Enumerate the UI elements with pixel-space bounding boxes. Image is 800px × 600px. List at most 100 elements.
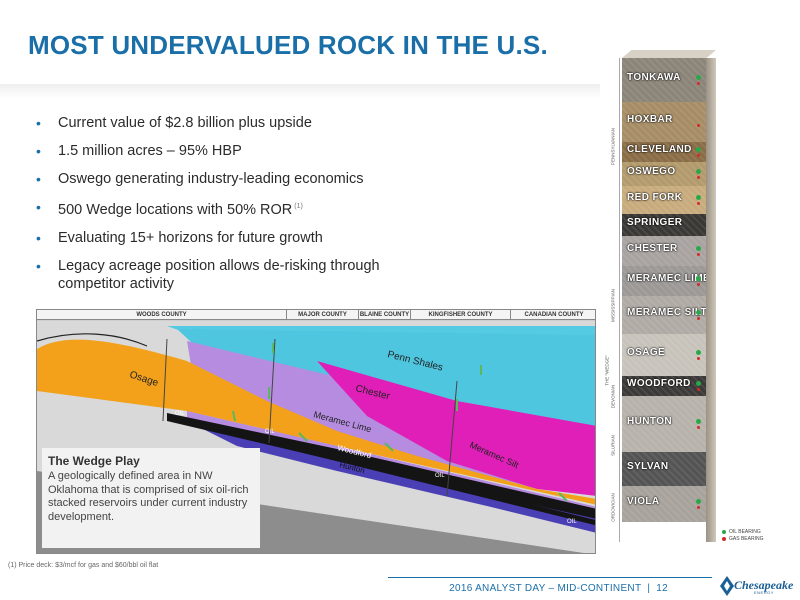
oil-dot-icon (696, 350, 701, 355)
geologic-period: ORDOVICIAN (606, 474, 620, 542)
bullet-item: Legacy acreage position allows de-riskin… (32, 257, 432, 293)
gas-dot-icon (697, 154, 700, 157)
column-top-face (622, 50, 716, 58)
bullet-item: Oswego generating industry-leading econo… (32, 170, 432, 188)
gas-dot-icon (697, 426, 700, 429)
gas-dot-icon (697, 253, 700, 256)
logo-subtitle: ENERGY (754, 590, 774, 595)
geologic-period-label: PENNSYLVANIAN (610, 127, 616, 166)
rock-layer: OSAGE (622, 334, 706, 376)
oil-dot-icon (696, 276, 701, 281)
gas-dot-icon (697, 82, 700, 85)
label-oil: OIL (435, 473, 445, 479)
rock-layer-name: SYLVAN (627, 461, 669, 472)
stratigraphic-column: PENNSYLVANIAN MISSISSIPPIAN DEVONIAN SILURI… (604, 50, 796, 558)
rock-layer-name: RED FORK (627, 192, 683, 203)
rock-layer: RED FORK (622, 186, 706, 214)
legend-item-gas: GAS BEARING (722, 535, 763, 542)
wedge-bracket-label: THE "WEDGE" (604, 355, 610, 386)
rock-layer: SYLVAN (622, 452, 706, 486)
bullet-text: 1.5 million acres – 95% HBP (58, 143, 242, 159)
rock-layer: HUNTON (622, 396, 706, 452)
footer-text: 2016 ANALYST DAY – MID-CONTINENT | 12 (449, 583, 668, 594)
gas-dot-icon (697, 317, 700, 320)
legend-item-oil: OIL BEARING (722, 528, 763, 535)
bearing-legend: OIL BEARING GAS BEARING (722, 528, 763, 542)
oil-dot-icon (696, 499, 701, 504)
rock-layer: WOODFORD (622, 376, 706, 396)
oil-dot-icon (696, 419, 701, 424)
gas-dot-icon (697, 202, 700, 205)
gas-dot-icon (697, 357, 700, 360)
oil-dot-icon (696, 147, 701, 152)
rock-layer: CHESTER (622, 236, 706, 266)
rock-layer-name: SPRINGER (627, 217, 683, 228)
county-blaine: BLAINE COUNTY (359, 310, 411, 319)
gas-dot-icon (722, 536, 726, 541)
bullet-text: Evaluating 15+ horizons for future growt… (58, 229, 323, 246)
geologic-period: SILURIAN (606, 418, 620, 474)
company-logo: Chesapeake ENERGY (720, 574, 793, 598)
bullet-text: Oswego generating industry-leading econo… (58, 171, 364, 187)
rock-layer-name: VIOLA (627, 496, 660, 507)
rock-layer-name: HOXBAR (627, 114, 673, 125)
bullet-text: 500 Wedge locations with 50% ROR (58, 201, 293, 218)
footer-rule (388, 577, 712, 578)
rock-layer: CLEVELAND (622, 142, 706, 162)
rock-layer: OSWEGO (622, 162, 706, 186)
footer-separator: | (647, 583, 651, 594)
legend-label: OIL BEARING (729, 528, 761, 535)
county-canadian: CANADIAN COUNTY (524, 312, 584, 318)
oil-dot-icon (696, 381, 701, 386)
oil-dot-icon (722, 529, 726, 534)
legend-label: GAS BEARING (729, 535, 764, 542)
gas-dot-icon (697, 506, 700, 509)
wedge-play-title: The Wedge Play (48, 454, 140, 468)
oil-dot-icon (696, 75, 701, 80)
rock-layer: SPRINGER (622, 214, 706, 236)
footnote: (1) Price deck: $3/mcf for gas and $60/b… (8, 562, 159, 569)
label-oil: OIL (175, 411, 185, 417)
rock-column: TONKAWA HOXBAR CLEVELAND OSWEGO RED FORK SPRI… (622, 58, 706, 542)
oil-dot-icon (696, 246, 701, 251)
rock-layer-name: TONKAWA (627, 72, 681, 83)
rock-layer-name: MERAMEC LIME (627, 273, 706, 284)
rock-layer-name: OSWEGO (627, 166, 676, 177)
rock-layer-name: MERAMEC SILT (627, 307, 706, 318)
logo-mark-icon (720, 576, 734, 596)
geologic-period-label: MISSISSIPPIAN (610, 289, 616, 323)
rock-layer-name: OSAGE (627, 347, 666, 358)
rock-layer: HOXBAR (622, 102, 706, 142)
page-number: 12 (656, 583, 668, 594)
label-oil: OIL (567, 519, 577, 525)
gas-dot-icon (697, 124, 700, 127)
column-side-face (706, 58, 716, 542)
bullet-item: Current value of $2.8 billion plus upsid… (32, 114, 432, 132)
wedge-play-callout: The Wedge Play A geologically defined ar… (42, 448, 260, 548)
oil-dot-icon (696, 169, 701, 174)
rock-layer: MERAMEC LIME (622, 266, 706, 296)
rock-layer: TONKAWA (622, 58, 706, 102)
gas-dot-icon (697, 388, 700, 391)
bullet-item: 500 Wedge locations with 50% ROR(1) (32, 198, 432, 219)
title-divider (0, 84, 600, 98)
bullet-list: Current value of $2.8 billion plus upsid… (32, 114, 432, 303)
slide-title: MOST UNDERVALUED ROCK IN THE U.S. (28, 30, 548, 60)
geologic-period: PENNSYLVANIAN (606, 58, 620, 236)
bullet-text: Legacy acreage position allows de-riskin… (58, 257, 380, 292)
wedge-play-description: A geologically defined area in NW Oklaho… (48, 470, 249, 523)
footnote-ref: (1) (294, 203, 303, 210)
oil-dot-icon (696, 195, 701, 200)
rock-layer: VIOLA (622, 486, 706, 522)
county-kingfisher: KINGFISHER COUNTY (411, 310, 511, 319)
county-header: WOODS COUNTY MAJOR COUNTY BLAINE COUNTY … (37, 310, 595, 320)
county-woods: WOODS COUNTY (37, 310, 287, 319)
geologic-period-label: DEVONIAN (610, 384, 616, 409)
geologic-period-label: SILURIAN (610, 435, 616, 456)
gas-dot-icon (697, 283, 700, 286)
bullet-item: 1.5 million acres – 95% HBP (32, 142, 432, 160)
geologic-period-label: ORDOVICIAN (610, 493, 616, 522)
slide-footer: 2016 ANALYST DAY – MID-CONTINENT | 12 (0, 577, 800, 600)
rock-layer: MERAMEC SILT (622, 296, 706, 334)
rock-layer-name: CHESTER (627, 243, 678, 254)
